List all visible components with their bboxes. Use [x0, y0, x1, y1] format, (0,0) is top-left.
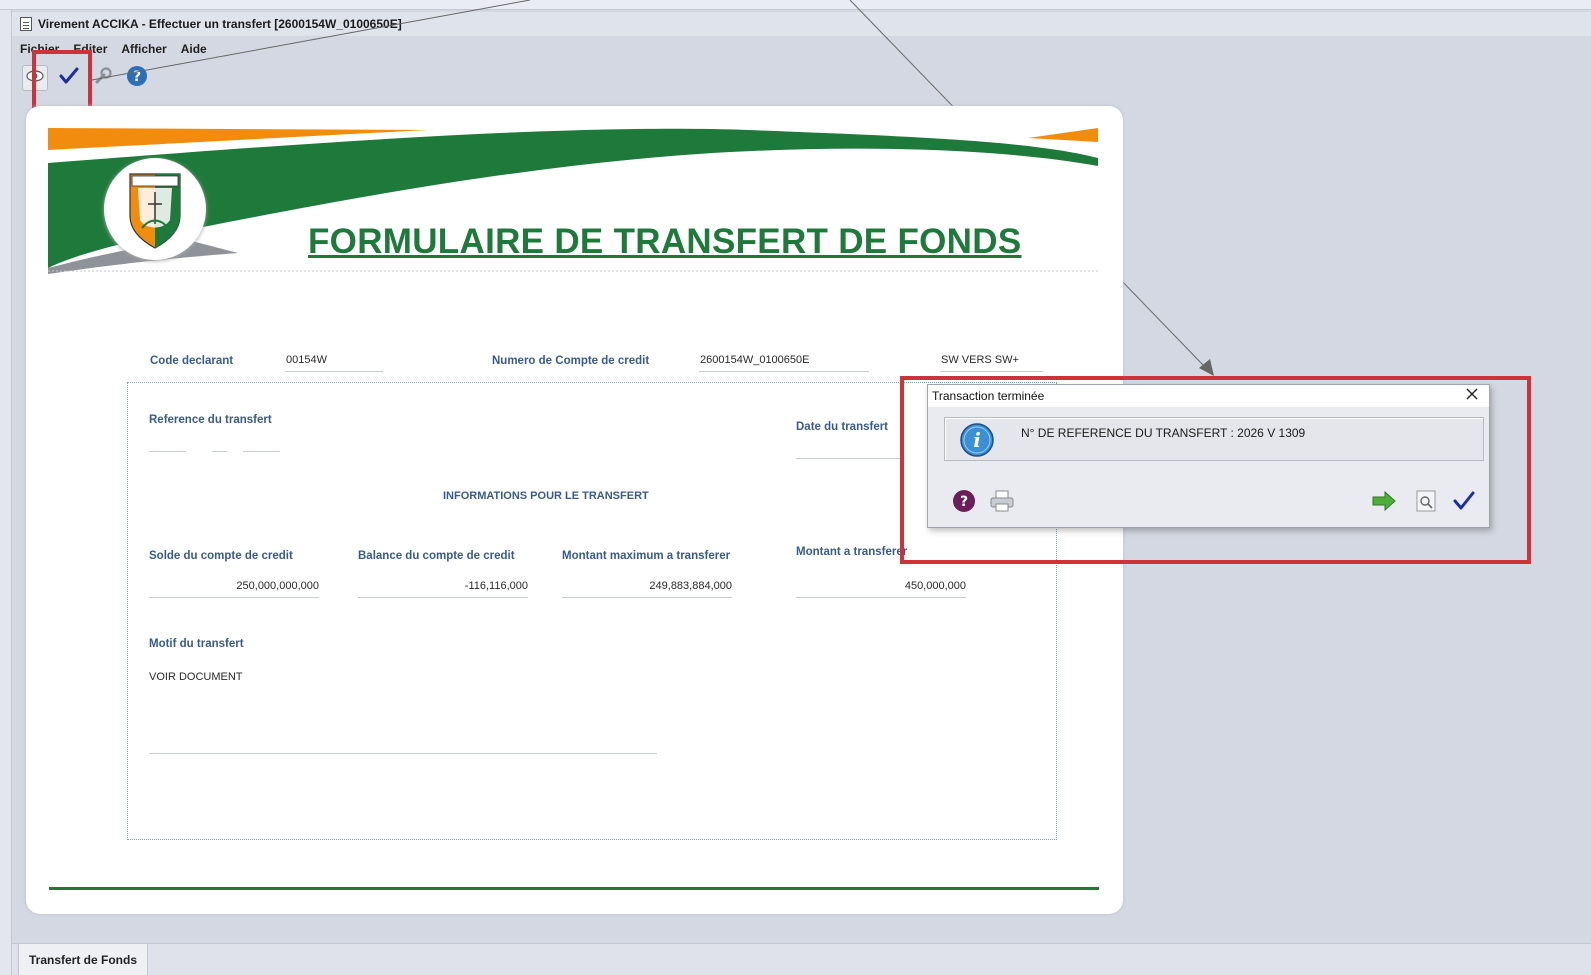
max-label: Montant maximum a transferer [562, 550, 731, 562]
reference-label: Reference du transfert [149, 414, 272, 426]
dialog-message-box: i N° DE REFERENCE DU TRANSFERT : 2026 V … [944, 417, 1484, 461]
compte-credit-underline [699, 371, 869, 372]
date-field[interactable] [796, 458, 900, 459]
motif-label: Motif du transfert [149, 638, 244, 650]
douanes-logo [104, 158, 206, 260]
printer-icon [989, 490, 1015, 517]
code-declarant-field[interactable]: 00154W [286, 354, 327, 366]
transaction-dialog: Transaction terminée i N° DE REFERENCE D… [927, 384, 1490, 528]
tab-transfert-de-fonds[interactable]: Transfert de Fonds [18, 943, 148, 975]
date-label: Date du transfert [796, 421, 889, 433]
motif-field[interactable]: VOIR DOCUMENT [149, 671, 243, 683]
dialog-close-button[interactable] [1463, 387, 1481, 405]
reference-field-part1[interactable] [149, 451, 186, 452]
dialog-titlebar: Transaction terminée [928, 385, 1489, 407]
compte-credit-field[interactable]: 2600154W_0100650E [700, 354, 809, 366]
direction-underline [940, 371, 1043, 372]
balance-field[interactable]: -116,116,000 [358, 580, 528, 592]
montant-field[interactable]: 450,000,000 [796, 580, 966, 592]
code-declarant-label: Code declarant [150, 355, 234, 367]
dialog-preview-button[interactable] [1412, 489, 1440, 517]
bottom-rule [49, 887, 1099, 890]
code-declarant-underline [285, 371, 383, 372]
balance-label: Balance du compte de credit [358, 550, 515, 562]
dialog-print-button[interactable] [988, 489, 1016, 517]
solde-underline [149, 597, 319, 598]
checkmark-icon [1453, 491, 1475, 516]
dialog-title: Transaction terminée [932, 389, 1045, 403]
annotation-line-left [91, 0, 531, 81]
section-title: INFORMATIONS POUR LE TRANSFERT [443, 490, 649, 502]
dialog-help-button[interactable]: ? [950, 489, 978, 517]
reference-field-part3[interactable] [243, 451, 280, 452]
close-icon [1466, 387, 1478, 405]
help-icon: ? [952, 489, 976, 518]
preview-icon [1414, 489, 1438, 518]
direction-field[interactable]: SW VERS SW+ [941, 354, 1019, 366]
max-underline [562, 597, 732, 598]
form-title: FORMULAIRE DE TRANSFERT DE FONDS [308, 222, 1022, 261]
montant-label: Montant a transferer [796, 546, 908, 558]
annotation-arrowhead [1199, 359, 1214, 376]
dialog-message: N° DE REFERENCE DU TRANSFERT : 2026 V 13… [1021, 426, 1306, 440]
info-icon: i [959, 422, 995, 463]
arrow-right-icon [1371, 490, 1397, 517]
motif-underline [149, 753, 657, 754]
status-bar [12, 943, 1591, 975]
dialog-ok-button[interactable] [1450, 489, 1478, 517]
dialog-next-button[interactable] [1370, 489, 1398, 517]
compte-credit-label: Numero de Compte de credit [492, 355, 650, 367]
max-field[interactable]: 249,883,884,000 [562, 580, 732, 592]
svg-text:?: ? [960, 494, 968, 510]
balance-underline [358, 597, 528, 598]
montant-underline [796, 597, 966, 598]
solde-field[interactable]: 250,000,000,000 [149, 580, 319, 592]
reference-field-part2[interactable] [212, 451, 227, 452]
solde-label: Solde du compte de credit [149, 550, 293, 562]
svg-text:i: i [973, 428, 981, 452]
